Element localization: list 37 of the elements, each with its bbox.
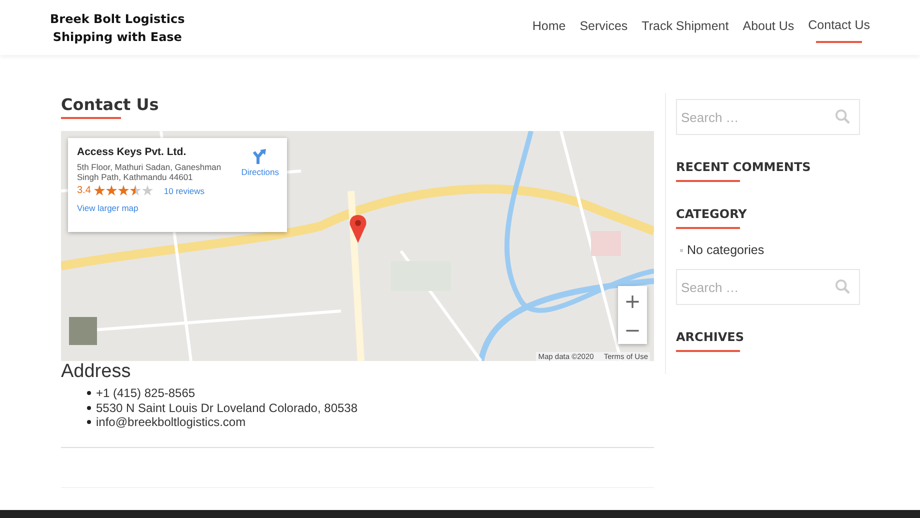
address-heading: Address <box>61 361 132 383</box>
address-line: info@breekboltlogistics.com <box>96 415 246 430</box>
place-address: 5th Floor, Mathuri Sadan, Ganeshman Singh Path, Kathmandu 44601 <box>77 162 222 182</box>
widget-title: RECENT COMMENTS <box>676 160 811 182</box>
address-line: 5530 N Saint Louis Dr Loveland Colorado, 80538 <box>96 400 358 415</box>
half-star-icon <box>130 185 141 196</box>
nav-link[interactable]: Home <box>532 13 566 42</box>
star-icon <box>118 185 129 196</box>
widget-title: CATEGORY <box>676 207 747 229</box>
larger-map-link[interactable]: View larger map <box>77 203 242 213</box>
nav-link[interactable]: Track Shipment <box>642 13 729 42</box>
page-title: Contact Us <box>61 95 159 119</box>
directions-link[interactable]: Directions <box>241 146 279 184</box>
search-icon[interactable] <box>835 279 850 294</box>
place-name: Access Keys Pvt. Ltd. <box>77 146 188 158</box>
zoom-out-button[interactable]: − <box>618 315 647 344</box>
directions-icon <box>252 148 268 164</box>
search-field[interactable]: Search … <box>676 269 860 305</box>
category-text: No categories <box>687 243 764 257</box>
zoom-in-button[interactable]: + <box>618 286 647 315</box>
site-tagline: Shipping with Ease <box>52 29 182 46</box>
star-icon <box>94 185 105 196</box>
bullet-icon <box>87 420 91 424</box>
bullet-icon <box>87 391 91 396</box>
nav-link[interactable]: Services <box>580 13 628 42</box>
address-line: +1 (415) 825-8565 <box>96 386 196 400</box>
reviews-link[interactable]: 10 reviews <box>164 186 205 196</box>
bullet-icon <box>87 406 91 410</box>
nav-link[interactable]: About Us <box>742 13 794 42</box>
search-icon[interactable] <box>835 109 850 124</box>
widget-title: ARCHIVES <box>676 330 744 352</box>
bullet-icon <box>680 248 683 252</box>
map-pin-icon[interactable] <box>349 215 367 243</box>
star-icon <box>106 185 117 196</box>
site-title[interactable]: Breek Bolt Logistics <box>50 10 185 28</box>
search-field[interactable]: Search … <box>676 99 860 135</box>
rating-value: 3.4 <box>77 185 91 196</box>
